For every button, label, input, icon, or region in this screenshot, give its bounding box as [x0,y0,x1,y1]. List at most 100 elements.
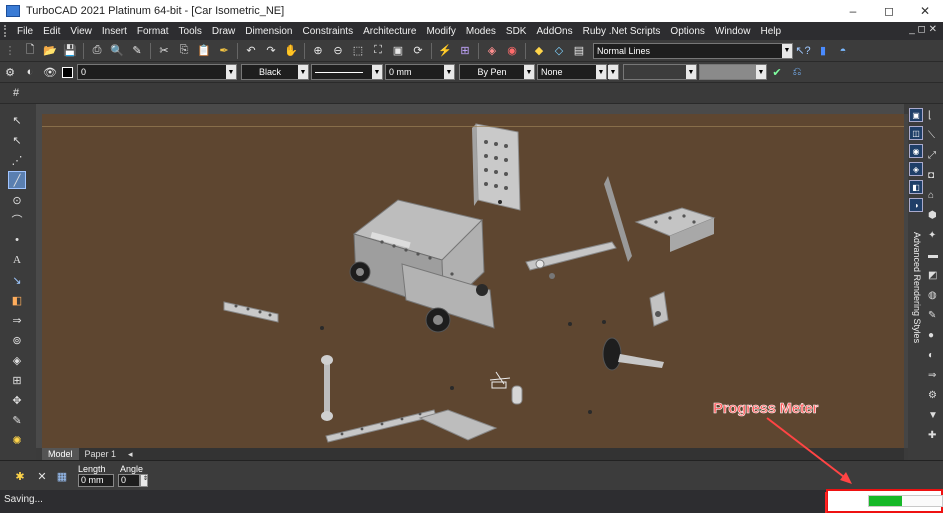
tool-icon[interactable]: ⌂ [928,190,942,204]
tool-icon[interactable]: ▬ [928,250,942,264]
tool-icon[interactable]: ▼ [928,410,942,424]
paste-icon[interactable]: 📋 [196,43,212,59]
render-mode-select[interactable]: Normal Lines ▼ [593,42,793,59]
snap-icon[interactable]: ⚡ [437,43,453,59]
tutorial-icon[interactable]: ◓ [835,43,851,59]
close-button[interactable]: ✕ [907,0,943,22]
menu-modes[interactable]: Modes [461,26,501,37]
tool-icon[interactable]: ◐ [928,350,942,364]
menu-draw[interactable]: Draw [207,26,240,37]
pulley-bracket-part[interactable] [602,337,664,371]
layer-manager-icon[interactable]: ◐ [22,64,38,80]
undo-icon[interactable]: ↶ [243,43,259,59]
cancel-icon[interactable]: ✕ [34,468,50,484]
menu-file[interactable]: File [12,26,38,37]
grid-icon[interactable]: ⊞ [457,43,473,59]
menu-constraints[interactable]: Constraints [298,26,359,37]
bracket-small-part[interactable] [649,291,669,327]
save-icon[interactable]: 💾 [62,43,78,59]
menu-window[interactable]: Window [710,26,756,37]
clear-icon[interactable]: ✎ [129,43,145,59]
redraw-icon[interactable]: ⟳ [410,43,426,59]
menu-dimension[interactable]: Dimension [240,26,297,37]
tool-icon[interactable]: ⚙ [928,390,942,404]
long-strip-part[interactable] [325,409,437,443]
transparency-select[interactable]: ▼ [699,64,767,80]
format-painter-icon[interactable]: ✒ [216,43,232,59]
table-icon[interactable]: ▦ [54,468,70,484]
fill-options-dropdown[interactable]: ▼ [608,64,619,80]
menu-sdk[interactable]: SDK [501,26,532,37]
point-tool-icon[interactable]: ⋰ [9,152,25,168]
arc-tool-icon[interactable]: ⌒ [9,212,25,228]
select-arrow-icon[interactable]: ↖ [9,112,25,128]
circle-tool-icon[interactable]: ⊙ [9,192,25,208]
settings-gear-icon[interactable]: ⚙ [2,64,18,80]
tool-icon[interactable]: ◩ [928,270,942,284]
scroll-left-icon[interactable]: ◂ [122,448,139,460]
layer-select[interactable]: 0 ▼ [77,64,237,80]
angle-input[interactable]: 0 [118,474,140,487]
open-folder-icon[interactable]: 📂 [42,43,58,59]
zoom-page-icon[interactable]: ▣ [390,43,406,59]
tool-icon[interactable]: ⌊ [928,110,942,124]
line-width-select[interactable]: 0 mm ▼ [385,64,455,80]
text-tool-icon[interactable]: A [9,252,25,268]
menu-format[interactable]: Format [132,26,174,37]
tool-icon[interactable]: ◘ [928,170,942,184]
advanced-rendering-styles-label[interactable]: Advanced Rendering Styles [912,232,922,343]
apply-check-icon[interactable]: ✔ [769,64,785,80]
small-flat-strip[interactable] [223,301,279,323]
blue-book-icon[interactable]: ▮ [815,43,831,59]
b-shape-part[interactable] [511,385,523,405]
minimize-button[interactable]: – [835,0,871,22]
tab-model[interactable]: Model [42,448,79,460]
dimension-tool-icon[interactable]: ↘ [9,272,25,288]
print-style-icon[interactable]: ▤ [571,43,587,59]
menu-architecture[interactable]: Architecture [358,26,421,37]
tool-icon[interactable]: ⬢ [928,210,942,224]
line-style-select[interactable]: ▼ [311,64,383,80]
layer-visibility-icon[interactable]: 👁 [42,64,58,80]
hatch-select[interactable]: ▼ [623,64,697,80]
grid-icon[interactable]: # [8,85,24,101]
edit-pencil-icon[interactable]: ✎ [9,412,25,428]
render-style-icon[interactable]: ◑ [909,198,923,212]
pan-icon[interactable]: ✋ [283,43,299,59]
layer-color-swatch[interactable] [62,66,73,78]
shape-tool-icon[interactable]: ◧ [9,292,25,308]
snap-tool-icon[interactable]: ⊚ [9,332,25,348]
menu-ruby-net-scripts[interactable]: Ruby .Net Scripts [578,26,666,37]
zoom-extents-icon[interactable]: ⛶ [370,43,386,59]
menu-addons[interactable]: AddOns [531,26,577,37]
mdi-window-controls[interactable]: _ ◻ ✕ [909,24,937,35]
copy-icon[interactable]: ⎘ [176,43,192,59]
tool-icon[interactable]: ● [928,330,942,344]
render-style-icon[interactable]: ▣ [909,108,923,122]
drawing-canvas[interactable] [42,114,904,448]
render-style-icon[interactable]: ◉ [909,144,923,158]
zoom-out-icon[interactable]: ⊖ [330,43,346,59]
edit-tool-icon[interactable]: ↖ [9,132,25,148]
car-model[interactable] [349,199,495,333]
perforated-plate-top[interactable] [472,123,521,211]
wrench-part[interactable] [321,355,333,421]
menu-insert[interactable]: Insert [97,26,132,37]
wireframe-icon[interactable]: ◇ [551,43,567,59]
tool-icon[interactable]: ⟍ [928,130,942,144]
property-painter-icon[interactable]: ⎌ [789,64,805,80]
menu-modify[interactable]: Modify [421,26,460,37]
fill-select[interactable]: None ▼ [537,64,607,80]
render-sphere-icon[interactable]: ✺ [9,432,25,448]
render-style-icon[interactable]: ◫ [909,126,923,140]
menu-help[interactable]: Help [755,26,786,37]
restore-button[interactable]: ◻ [871,0,907,22]
render-style-icon[interactable]: ◈ [909,162,923,176]
layer-icon[interactable]: ◈ [484,43,500,59]
material-icon[interactable]: ◆ [531,43,547,59]
menu-options[interactable]: Options [665,26,709,37]
angle-stepper[interactable]: ⇕ [140,474,148,487]
move-tool-icon[interactable]: ✥ [9,392,25,408]
tool-icon[interactable]: ✦ [928,230,942,244]
zoom-window-icon[interactable]: ⬚ [350,43,366,59]
